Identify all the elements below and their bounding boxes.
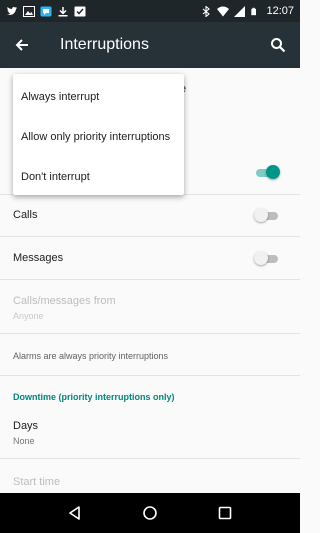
page-title: Interruptions [60,36,149,53]
menu-item-dont-interrupt[interactable]: Don't interrupt [13,157,184,197]
nav-back-button[interactable] [61,499,89,527]
alarms-note: Alarms are always priority interruptions [13,351,169,361]
status-bar: 12:07 [0,0,300,22]
events-reminders-toggle[interactable] [254,165,280,179]
battery-icon [251,7,257,15]
system-icons: 12:07 [200,5,294,17]
toggle-thumb [254,208,268,222]
start-time-label: Start time [13,476,61,488]
divider [0,458,300,459]
signal-icon [234,5,246,17]
calls-messages-from-label: Calls/messages from [13,295,116,307]
messages-toggle[interactable] [254,251,280,265]
divider [0,279,300,280]
calls-toggle[interactable] [254,208,280,222]
divider [0,333,300,334]
toggle-thumb [254,251,268,265]
twitter-icon [7,6,17,15]
menu-item-priority-only[interactable]: Allow only priority interruptions [13,117,184,157]
nav-recents-button[interactable] [211,499,239,527]
back-triangle-icon [69,506,81,520]
alarms-note-row: Alarms are always priority interruptions [0,351,300,361]
wifi-icon [217,6,230,16]
chat-icon [40,6,52,16]
divider [0,236,300,237]
app-bar: Interruptions [0,22,300,68]
toggle-thumb [266,165,280,179]
back-button[interactable] [0,22,44,68]
calls-messages-from-value: Anyone [13,311,44,321]
arrow-back-icon [15,39,28,51]
interruptions-mode-menu: Always interrupt Allow only priority int… [13,74,184,195]
days-row[interactable]: Days None [0,420,300,446]
nav-home-button[interactable] [136,499,164,527]
menu-item-always-interrupt[interactable]: Always interrupt [13,77,184,117]
divider [0,375,300,376]
clock-time: 12:07 [266,5,294,17]
checkbox-icon [74,6,86,16]
calls-messages-from-row: Calls/messages from Anyone [0,295,300,321]
downtime-header-row: Downtime (priority interruptions only) [0,392,300,402]
days-label: Days [13,420,39,432]
home-circle-icon [143,506,157,520]
downtime-section-header: Downtime (priority interruptions only) [13,392,175,402]
download-icon [58,6,68,16]
search-button[interactable] [256,22,300,68]
bluetooth-icon [203,5,211,17]
days-value: None [13,436,35,446]
search-icon [271,38,286,53]
navigation-bar [0,493,300,533]
recents-square-icon [218,506,231,520]
notification-icons [6,5,86,17]
start-time-row: Start time [0,476,300,488]
image-icon [23,5,35,17]
